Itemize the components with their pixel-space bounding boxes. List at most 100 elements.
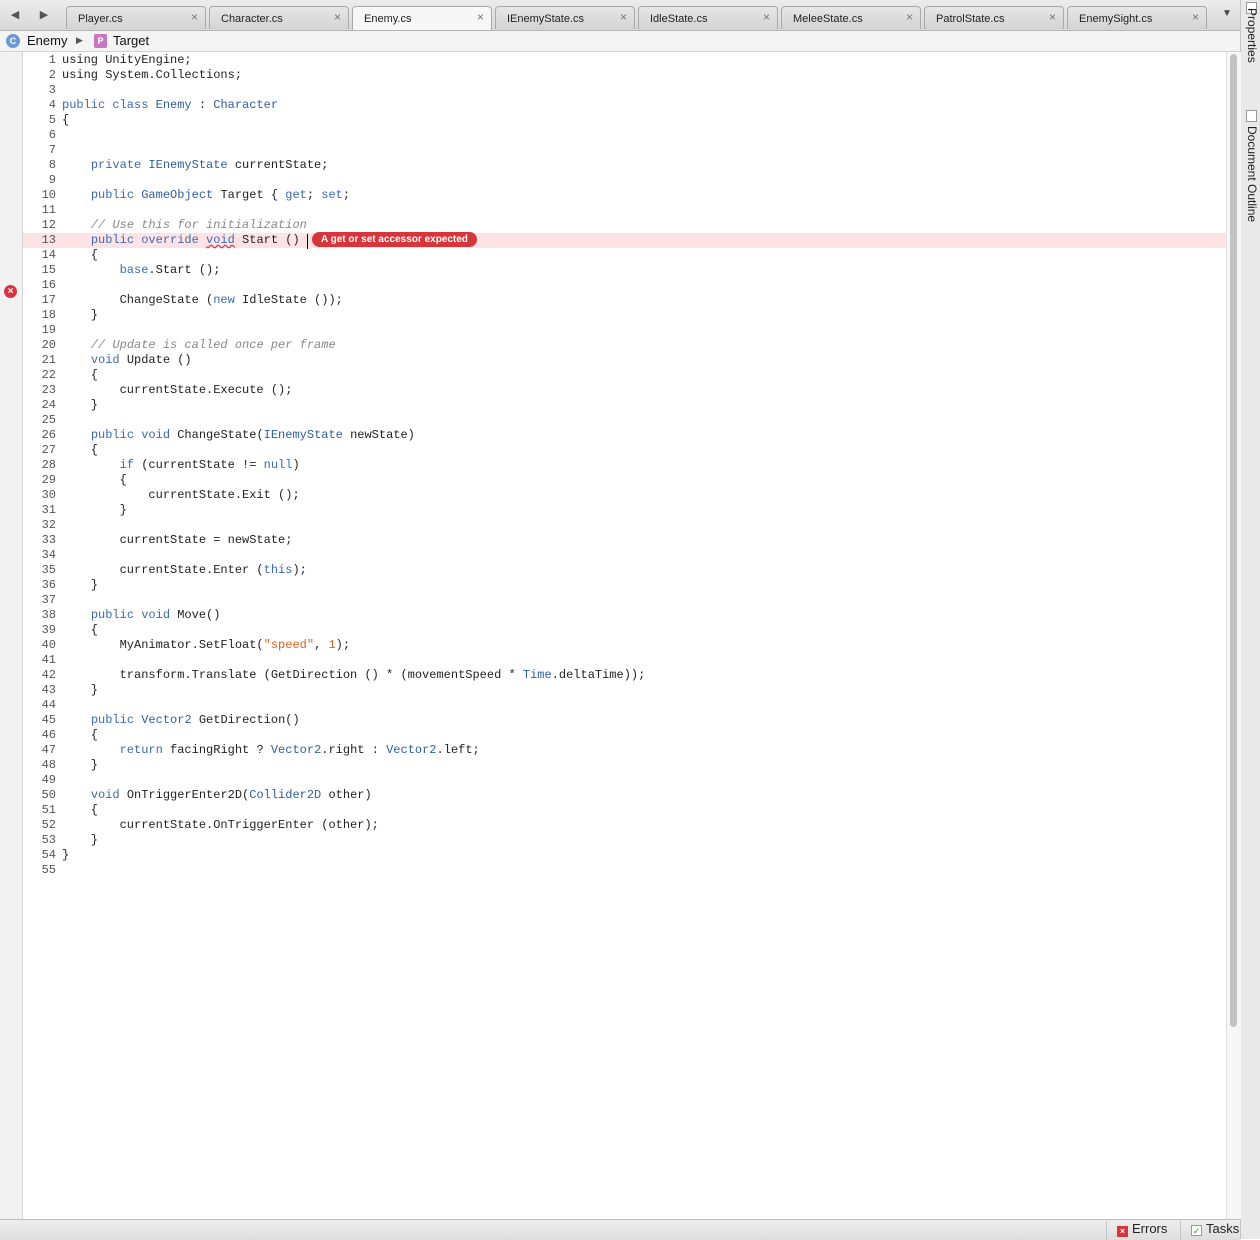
- code-line[interactable]: 46 {: [23, 728, 1226, 743]
- tab-close-icon[interactable]: ×: [906, 11, 913, 23]
- code-line[interactable]: 14 {: [23, 248, 1226, 263]
- code-text: {: [62, 248, 98, 263]
- tasks-label: Tasks: [1206, 1221, 1240, 1236]
- line-number: 44: [41, 698, 56, 712]
- code-text: }: [62, 758, 98, 773]
- code-line[interactable]: 10 public GameObject Target { get; set;: [23, 188, 1226, 203]
- code-line[interactable]: 41: [23, 653, 1226, 668]
- code-line[interactable]: 3: [23, 83, 1226, 98]
- code-line[interactable]: 49: [23, 773, 1226, 788]
- code-line[interactable]: 47 return facingRight ? Vector2.right : …: [23, 743, 1226, 758]
- code-line[interactable]: 37: [23, 593, 1226, 608]
- code-line[interactable]: 11: [23, 203, 1226, 218]
- tab-meleestate-cs[interactable]: MeleeState.cs ×: [781, 6, 921, 29]
- code-line[interactable]: 21 void Update (): [23, 353, 1226, 368]
- code-line[interactable]: 23 currentState.Execute ();: [23, 383, 1226, 398]
- code-line[interactable]: 1 using UnityEngine;: [23, 53, 1226, 68]
- code-line[interactable]: 15 base.Start ();: [23, 263, 1226, 278]
- code-token: Target {: [213, 188, 286, 202]
- code-line[interactable]: 33 currentState = newState;: [23, 533, 1226, 548]
- tab-enemy-cs[interactable]: Enemy.cs ×: [352, 6, 492, 30]
- code-line[interactable]: 38 public void Move(): [23, 608, 1226, 623]
- code-line[interactable]: 7: [23, 143, 1226, 158]
- code-line[interactable]: 4 public class Enemy : Character: [23, 98, 1226, 113]
- vertical-scrollbar[interactable]: [1226, 52, 1241, 1219]
- code-line[interactable]: 12 // Use this for initialization: [23, 218, 1226, 233]
- code-line[interactable]: 55: [23, 863, 1226, 878]
- tasks-pad-button[interactable]: ✓ Tasks: [1180, 1221, 1239, 1240]
- code-line[interactable]: 48 }: [23, 758, 1226, 773]
- code-line[interactable]: 45 public Vector2 GetDirection(): [23, 713, 1226, 728]
- code-token: );: [292, 563, 307, 577]
- code-line[interactable]: 16: [23, 278, 1226, 293]
- code-line[interactable]: 40 MyAnimator.SetFloat("speed", 1);: [23, 638, 1226, 653]
- tab-close-icon[interactable]: ×: [334, 11, 341, 23]
- code-editor[interactable]: 1 using UnityEngine; 2 using System.Collect…: [23, 52, 1226, 1219]
- code-line[interactable]: 30 currentState.Exit ();: [23, 488, 1226, 503]
- code-line[interactable]: 50 void OnTriggerEnter2D(Collider2D othe…: [23, 788, 1226, 803]
- code-line[interactable]: 44: [23, 698, 1226, 713]
- code-line[interactable]: 25: [23, 413, 1226, 428]
- error-marker-icon[interactable]: ×: [4, 285, 17, 298]
- dock-tab-document-outline[interactable]: Document Outline: [1243, 110, 1259, 240]
- line-number: 13: [41, 233, 56, 247]
- tab-close-icon[interactable]: ×: [477, 11, 484, 23]
- code-line[interactable]: 32: [23, 518, 1226, 533]
- code-line[interactable]: 36 }: [23, 578, 1226, 593]
- code-line[interactable]: 5{: [23, 113, 1226, 128]
- tab-close-icon[interactable]: ×: [191, 11, 198, 23]
- code-line[interactable]: 6: [23, 128, 1226, 143]
- code-line[interactable]: 42 transform.Translate (GetDirection () …: [23, 668, 1226, 683]
- tab-close-icon[interactable]: ×: [763, 11, 770, 23]
- tab-idlestate-cs[interactable]: IdleState.cs ×: [638, 6, 778, 29]
- line-number: 32: [41, 518, 56, 532]
- code-line[interactable]: 34: [23, 548, 1226, 563]
- property-icon: P: [94, 34, 107, 48]
- tab-close-icon[interactable]: ×: [1049, 11, 1056, 23]
- nav-back-icon[interactable]: ◀: [4, 6, 26, 24]
- scrollbar-thumb[interactable]: [1230, 54, 1237, 1027]
- code-line[interactable]: 8 private IEnemyState currentState;: [23, 158, 1226, 173]
- tab-overflow-icon[interactable]: ▼: [1222, 8, 1232, 19]
- breadcrumb-class[interactable]: Enemy: [27, 33, 67, 48]
- code-line[interactable]: 19: [23, 323, 1226, 338]
- code-line[interactable]: 20 // Update is called once per frame: [23, 338, 1226, 353]
- code-line[interactable]: 35 currentState.Enter (this);: [23, 563, 1226, 578]
- code-line[interactable]: 18 }: [23, 308, 1226, 323]
- tab-player-cs[interactable]: Player.cs ×: [66, 6, 206, 29]
- code-line[interactable]: 26 public void ChangeState(IEnemyState n…: [23, 428, 1226, 443]
- code-line[interactable]: 9: [23, 173, 1226, 188]
- code-token: ,: [314, 638, 329, 652]
- breadcrumb-member[interactable]: Target: [113, 33, 149, 48]
- tab-patrolstate-cs[interactable]: PatrolState.cs ×: [924, 6, 1064, 29]
- code-text: currentState.Execute ();: [62, 383, 293, 398]
- code-line[interactable]: 28 if (currentState != null): [23, 458, 1226, 473]
- code-line[interactable]: 54}: [23, 848, 1226, 863]
- tab-close-icon[interactable]: ×: [620, 11, 627, 23]
- code-line[interactable]: 29 {: [23, 473, 1226, 488]
- nav-forward-icon[interactable]: ▶: [33, 6, 55, 24]
- tab-enemysight-cs[interactable]: EnemySight.cs ×: [1067, 6, 1207, 29]
- tab-character-cs[interactable]: Character.cs ×: [209, 6, 349, 29]
- code-line[interactable]: 53 }: [23, 833, 1226, 848]
- code-line[interactable]: 43 }: [23, 683, 1226, 698]
- dock-tab-properties[interactable]: Properties: [1243, 2, 1259, 94]
- error-bubble[interactable]: A get or set accessor expected: [312, 232, 477, 247]
- code-text: void Update (): [62, 353, 192, 368]
- code-line[interactable]: 17 ChangeState (new IdleState ());: [23, 293, 1226, 308]
- code-line[interactable]: 24 }: [23, 398, 1226, 413]
- code-line[interactable]: 27 {: [23, 443, 1226, 458]
- error-code-line[interactable]: 13 public override void Start (): [23, 233, 1226, 248]
- code-line[interactable]: 52 currentState.OnTriggerEnter (other);: [23, 818, 1226, 833]
- code-line[interactable]: 31 }: [23, 503, 1226, 518]
- code-line[interactable]: 22 {: [23, 368, 1226, 383]
- code-line[interactable]: 39 {: [23, 623, 1226, 638]
- tab-close-icon[interactable]: ×: [1192, 11, 1199, 23]
- line-number: 50: [41, 788, 56, 802]
- code-line[interactable]: 2 using System.Collections;: [23, 68, 1226, 83]
- tab-ienemystate-cs[interactable]: IEnemyState.cs ×: [495, 6, 635, 29]
- errors-pad-button[interactable]: × Errors: [1106, 1221, 1167, 1240]
- code-line[interactable]: 51 {: [23, 803, 1226, 818]
- tasks-icon: ✓: [1191, 1225, 1202, 1236]
